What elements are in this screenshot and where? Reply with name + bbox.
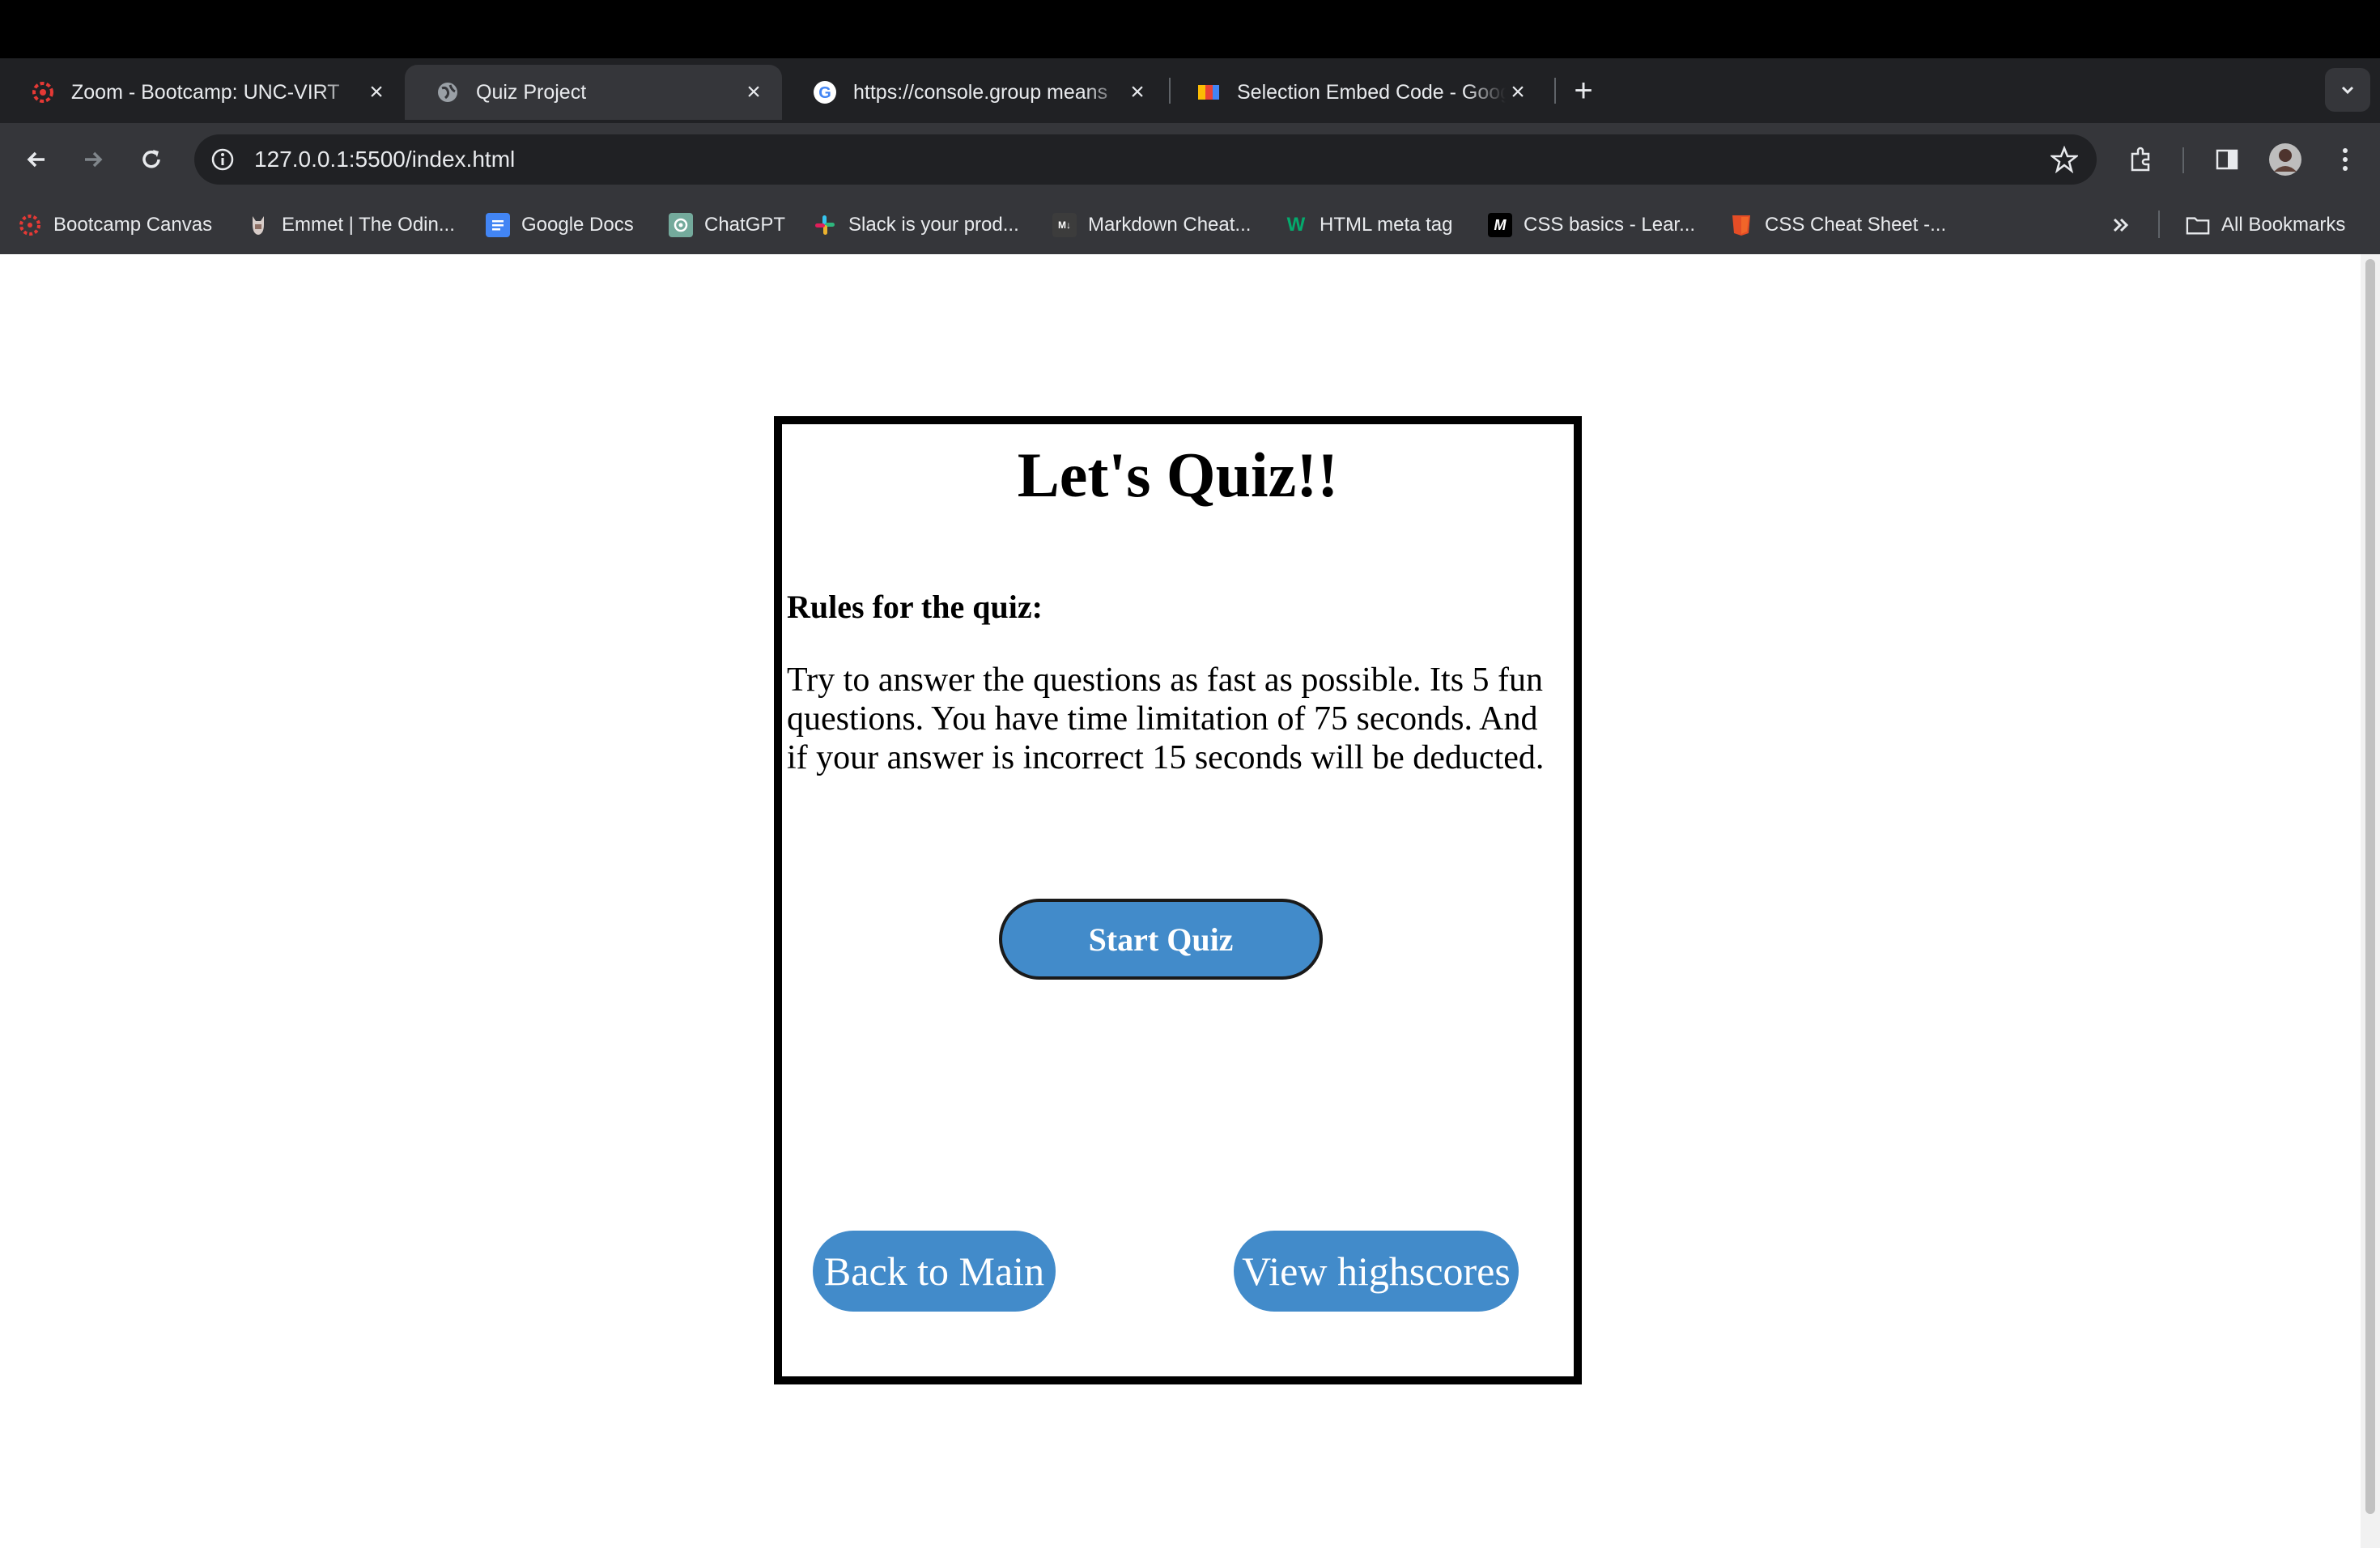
- w3-icon: W: [1286, 214, 1306, 236]
- extensions-icon[interactable]: [2123, 141, 2160, 178]
- bookmark-label: Bootcamp Canvas: [53, 214, 213, 236]
- embed-icon: [1196, 80, 1221, 104]
- tab-divider: [1169, 78, 1171, 104]
- view-highscores-button[interactable]: View highscores: [1234, 1231, 1519, 1312]
- scrollbar-thumb[interactable]: [2365, 259, 2375, 1514]
- bookmark-slack[interactable]: Slack is your prod...: [813, 196, 1019, 254]
- zoom-icon: [31, 80, 55, 104]
- markdown-icon: M↓: [1052, 213, 1077, 237]
- side-panel-icon[interactable]: [2208, 141, 2246, 178]
- quiz-card: Let's Quiz!! Rules for the quiz: Try to …: [774, 416, 1582, 1384]
- close-icon[interactable]: ×: [364, 79, 389, 105]
- tab-embed-code[interactable]: Selection Embed Code - Goog ×: [1166, 65, 1546, 120]
- tab-title: Selection Embed Code - Goog: [1237, 80, 1506, 104]
- new-tab-button[interactable]: +: [1567, 73, 1600, 108]
- back-to-main-button[interactable]: Back to Main: [813, 1231, 1056, 1312]
- url-text[interactable]: 127.0.0.1:5500/index.html: [254, 134, 515, 185]
- double-chevron-right-icon: [2113, 218, 2129, 232]
- globe-icon: [436, 80, 460, 104]
- bookmark-label: CSS Cheat Sheet -...: [1765, 214, 1947, 236]
- tab-title: https://console.group means: [853, 80, 1108, 104]
- html5-icon: [1729, 213, 1753, 237]
- tab-google-search[interactable]: G https://console.group means ×: [782, 65, 1166, 120]
- svg-text:G: G: [818, 84, 831, 102]
- tab-divider: [1554, 78, 1556, 104]
- bookmark-css-cheat-sheet[interactable]: CSS Cheat Sheet -...: [1729, 196, 1946, 254]
- bookmark-label: Markdown Cheat...: [1088, 214, 1252, 236]
- close-icon[interactable]: ×: [1506, 79, 1530, 105]
- screen-top-bar: [0, 0, 2380, 58]
- odin-icon: [246, 213, 270, 237]
- google-icon: G: [813, 80, 837, 104]
- bookmark-label: Emmet | The Odin...: [282, 214, 455, 236]
- tab-zoom[interactable]: Zoom - Bootcamp: UNC-VIRT ×: [0, 65, 405, 120]
- bookmark-label: Google Docs: [521, 214, 634, 236]
- canvas-icon: [18, 213, 42, 237]
- bookmark-chatgpt[interactable]: ChatGPT: [669, 196, 785, 254]
- bookmark-label: CSS basics - Lear...: [1524, 214, 1696, 236]
- tab-title: Zoom - Bootcamp: UNC-VIRT: [71, 80, 340, 104]
- bookmark-label: ChatGPT: [704, 214, 786, 236]
- reload-icon: [142, 150, 160, 168]
- arrow-left-icon: [27, 151, 45, 168]
- start-quiz-button[interactable]: Start Quiz: [999, 899, 1323, 980]
- chatgpt-icon: [669, 213, 693, 237]
- page-scrollbar[interactable]: [2361, 254, 2380, 1548]
- bookmark-google-docs[interactable]: Google Docs: [486, 196, 634, 254]
- bookmark-markdown[interactable]: M↓ Markdown Cheat...: [1052, 196, 1251, 254]
- arrow-right-icon: [85, 151, 103, 168]
- tab-title: Quiz Project: [476, 80, 587, 104]
- address-bar[interactable]: 127.0.0.1:5500/index.html: [194, 134, 2097, 185]
- close-icon[interactable]: ×: [1125, 79, 1150, 105]
- all-bookmarks-label: All Bookmarks: [2221, 214, 2346, 236]
- bookmark-css-basics[interactable]: M CSS basics - Lear...: [1488, 196, 1695, 254]
- bookmarks-bar: Bootcamp Canvas Emmet | The Odin... Goog…: [0, 196, 2380, 254]
- chevron-down-icon: [2341, 86, 2354, 95]
- bookmark-html-meta[interactable]: W HTML meta tag: [1284, 196, 1453, 254]
- reload-button[interactable]: [133, 141, 170, 178]
- bookmark-odin[interactable]: Emmet | The Odin...: [246, 196, 455, 254]
- toolbar-divider: [2182, 147, 2184, 173]
- slack-icon: [813, 213, 837, 237]
- rules-heading: Rules for the quiz:: [787, 589, 1043, 625]
- bookmarks-divider: [2158, 211, 2160, 238]
- bookmark-label: Slack is your prod...: [848, 214, 1019, 236]
- tab-search-button[interactable]: [2325, 68, 2370, 112]
- back-button[interactable]: [18, 141, 55, 178]
- bookmark-bootcamp-canvas[interactable]: Bootcamp Canvas: [18, 196, 212, 254]
- close-icon[interactable]: ×: [742, 79, 766, 105]
- mdn-icon: M: [1488, 213, 1512, 237]
- site-info-icon[interactable]: [209, 146, 236, 173]
- docs-icon: [486, 213, 510, 237]
- browser-toolbar: 127.0.0.1:5500/index.html: [0, 123, 2380, 196]
- menu-kebab-icon[interactable]: [2327, 141, 2364, 178]
- forward-button[interactable]: [74, 141, 112, 178]
- tab-strip: Zoom - Bootcamp: UNC-VIRT × Quiz Project…: [0, 58, 2380, 123]
- folder-icon: [2186, 213, 2210, 237]
- more-bookmarks-button[interactable]: [2110, 196, 2132, 254]
- rules-text: Try to answer the questions as fast as p…: [787, 661, 1545, 776]
- profile-avatar[interactable]: [2267, 141, 2304, 178]
- all-bookmarks-button[interactable]: All Bookmarks: [2186, 196, 2345, 254]
- bookmark-label: HTML meta tag: [1320, 214, 1453, 236]
- bookmark-star-icon[interactable]: [2050, 145, 2079, 174]
- quiz-title: Let's Quiz!!: [1017, 440, 1339, 510]
- tab-quiz-project[interactable]: Quiz Project ×: [405, 65, 782, 120]
